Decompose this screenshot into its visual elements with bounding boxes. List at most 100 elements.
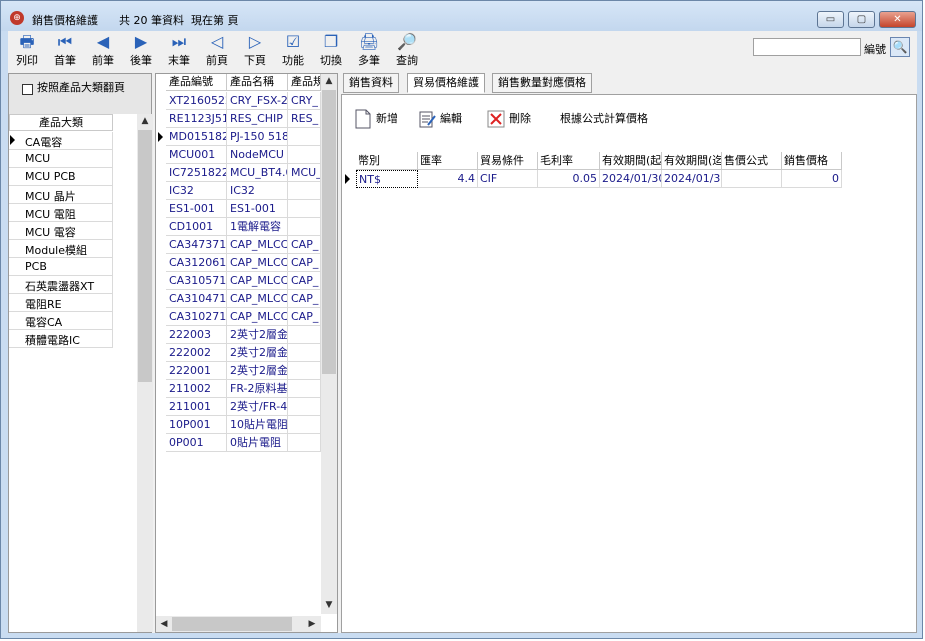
price-column-header[interactable]: 毛利率: [538, 152, 600, 170]
close-button[interactable]: ✕: [879, 11, 916, 28]
product-cell: [288, 398, 321, 416]
product-row[interactable]: IC32 IC32: [156, 182, 321, 200]
product-row[interactable]: 10P001 10貼片電阻: [156, 416, 321, 434]
category-item[interactable]: MCU 電容: [9, 222, 113, 240]
category-item-label: 電容CA: [25, 316, 63, 329]
product-row[interactable]: XT2160522 CRY_FSX-2 CRY_: [156, 92, 321, 110]
record-status: 共 20 筆資料 現在第 頁: [118, 14, 239, 27]
category-item-label: Module模組: [25, 244, 87, 257]
scroll-left-icon[interactable]: ◀: [156, 617, 172, 631]
category-item[interactable]: 積體電路IC: [9, 330, 113, 348]
product-row[interactable]: 211002 FR-2原料基: [156, 380, 321, 398]
product-row[interactable]: ES1-001 ES1-001: [156, 200, 321, 218]
category-item[interactable]: 電阻RE: [9, 294, 113, 312]
delete-button[interactable]: 刪除: [487, 107, 531, 131]
page-by-category-checkbox[interactable]: [22, 84, 33, 95]
product-column-header[interactable]: 產品編號: [166, 74, 227, 91]
price-column-header[interactable]: 幣別: [356, 152, 418, 170]
product-row[interactable]: RE1123J51 RES_CHIP RES_: [156, 110, 321, 128]
product-horizontal-scrollbar[interactable]: ◀ ▶: [156, 616, 321, 632]
category-item[interactable]: MCU PCB: [9, 168, 113, 186]
add-button[interactable]: 新增: [354, 107, 398, 131]
price-column-header[interactable]: 銷售價格: [782, 152, 842, 170]
toolbar-button-9[interactable]: ❐ 切換: [312, 33, 350, 71]
price-cell[interactable]: 4.4: [418, 170, 478, 188]
toolbar-button-4[interactable]: ▶ 後筆: [122, 33, 160, 71]
category-item[interactable]: Module模組: [9, 240, 113, 258]
product-row[interactable]: 222003 2英寸2層金: [156, 326, 321, 344]
category-item[interactable]: MCU 晶片: [9, 186, 113, 204]
category-item[interactable]: MCU 電阻: [9, 204, 113, 222]
maximize-button[interactable]: ▢: [848, 11, 875, 28]
toolbar-button-10[interactable]: 🖨 多筆: [350, 33, 388, 71]
toolbar-button-3[interactable]: ◀ 前筆: [84, 33, 122, 71]
toolbar-button-11[interactable]: 🔎 查詢: [388, 33, 426, 71]
tab-2[interactable]: 貿易價格維護: [407, 73, 485, 93]
price-cell[interactable]: 0.05: [538, 170, 600, 188]
next-page-icon: ▷: [248, 32, 262, 51]
scroll-down-icon[interactable]: ▼: [321, 598, 337, 612]
price-column-header[interactable]: 匯率: [418, 152, 478, 170]
toolbar-button-5[interactable]: ⏭ 末筆: [160, 33, 198, 71]
product-cell: 10P001: [166, 416, 227, 434]
category-scroll-thumb[interactable]: [138, 130, 152, 382]
category-item[interactable]: PCB: [9, 258, 113, 276]
toolbar-button-label: 後筆: [130, 54, 152, 67]
category-item[interactable]: 石英震盪器XT: [9, 276, 113, 294]
price-column-header[interactable]: 有效期間(起: [600, 152, 662, 170]
product-row[interactable]: CA3104712 CAP_MLCC CAP_: [156, 290, 321, 308]
product-cell: CAP_MLCC: [227, 290, 288, 308]
price-cell[interactable]: 0: [782, 170, 842, 188]
price-column-header[interactable]: 售價公式: [722, 152, 782, 170]
page-by-category-option[interactable]: 按照產品大類翻頁: [22, 81, 132, 111]
price-cell[interactable]: 2024/01/30: [600, 170, 662, 188]
scroll-up-icon[interactable]: ▲: [137, 114, 153, 128]
price-cell[interactable]: CIF: [478, 170, 538, 188]
price-column-header[interactable]: 有效期間(迄: [662, 152, 722, 170]
product-scroll-thumb[interactable]: [322, 90, 336, 374]
price-cell[interactable]: [722, 170, 782, 188]
category-item-label: 石英震盪器XT: [25, 280, 95, 293]
product-row[interactable]: CA3105712 CAP_MLCC CAP_: [156, 272, 321, 290]
toolbar-button-7[interactable]: ▷ 下頁: [236, 33, 274, 71]
product-row[interactable]: CA3473712 CAP_MLCC CAP_: [156, 236, 321, 254]
price-column-header[interactable]: 貿易條件: [478, 152, 538, 170]
product-cell: [288, 128, 321, 146]
product-row[interactable]: 222001 2英寸2層金: [156, 362, 321, 380]
category-item[interactable]: MCU: [9, 150, 113, 168]
formula-price-button[interactable]: 根據公式計算價格: [560, 107, 648, 131]
product-row[interactable]: CA3102712 CAP_MLCC CAP_: [156, 308, 321, 326]
tab-3[interactable]: 銷售數量對應價格: [492, 73, 592, 93]
product-cell: 2英寸2層金: [227, 344, 288, 362]
toolbar-button-6[interactable]: ◁ 前頁: [198, 33, 236, 71]
product-hscroll-thumb[interactable]: [172, 617, 292, 631]
product-cell: [288, 362, 321, 380]
toolbar-button-1[interactable]: 🖶 列印: [8, 33, 46, 71]
product-row[interactable]: CD1001 1電解電容: [156, 218, 321, 236]
edit-button[interactable]: 編輯: [418, 107, 462, 131]
product-row[interactable]: IC7251822EMCU_BT4.0MCU_: [156, 164, 321, 182]
category-item[interactable]: CA電容: [9, 132, 113, 150]
category-item[interactable]: 電容CA: [9, 312, 113, 330]
minimize-button[interactable]: ▭: [817, 11, 844, 28]
search-input[interactable]: [753, 38, 861, 56]
scroll-right-icon[interactable]: ▶: [304, 617, 320, 631]
product-row[interactable]: CA3120612 CAP_MLCC CAP_: [156, 254, 321, 272]
scroll-up-icon[interactable]: ▲: [321, 74, 337, 88]
toolbar-button-2[interactable]: ⏮ 首筆: [46, 33, 84, 71]
category-panel: 按照產品大類翻頁 產品大類 CA電容 MCU MCU PCB MCU 晶片 MCU 電阻…: [8, 73, 153, 633]
price-cell[interactable]: 2024/01/30: [662, 170, 722, 188]
product-row[interactable]: MCU001 NodeMCU: [156, 146, 321, 164]
product-row[interactable]: MD0151822PJ-150 518: [156, 128, 321, 146]
search-icon[interactable]: 🔍: [890, 37, 910, 57]
product-vertical-scrollbar[interactable]: ▲ ▼: [321, 74, 337, 614]
price-cell[interactable]: NT$: [356, 170, 418, 188]
product-row[interactable]: 211001 2英寸/FR-4: [156, 398, 321, 416]
toolbar-button-8[interactable]: ☑ 功能: [274, 33, 312, 71]
product-column-header[interactable]: 產品規: [288, 74, 321, 91]
product-row[interactable]: 0P001 0貼片電阻: [156, 434, 321, 452]
product-column-header[interactable]: 產品名稱: [227, 74, 288, 91]
tab-1[interactable]: 銷售資料: [343, 73, 399, 93]
category-scrollbar[interactable]: ▲: [137, 114, 153, 632]
product-row[interactable]: 222002 2英寸2層金: [156, 344, 321, 362]
